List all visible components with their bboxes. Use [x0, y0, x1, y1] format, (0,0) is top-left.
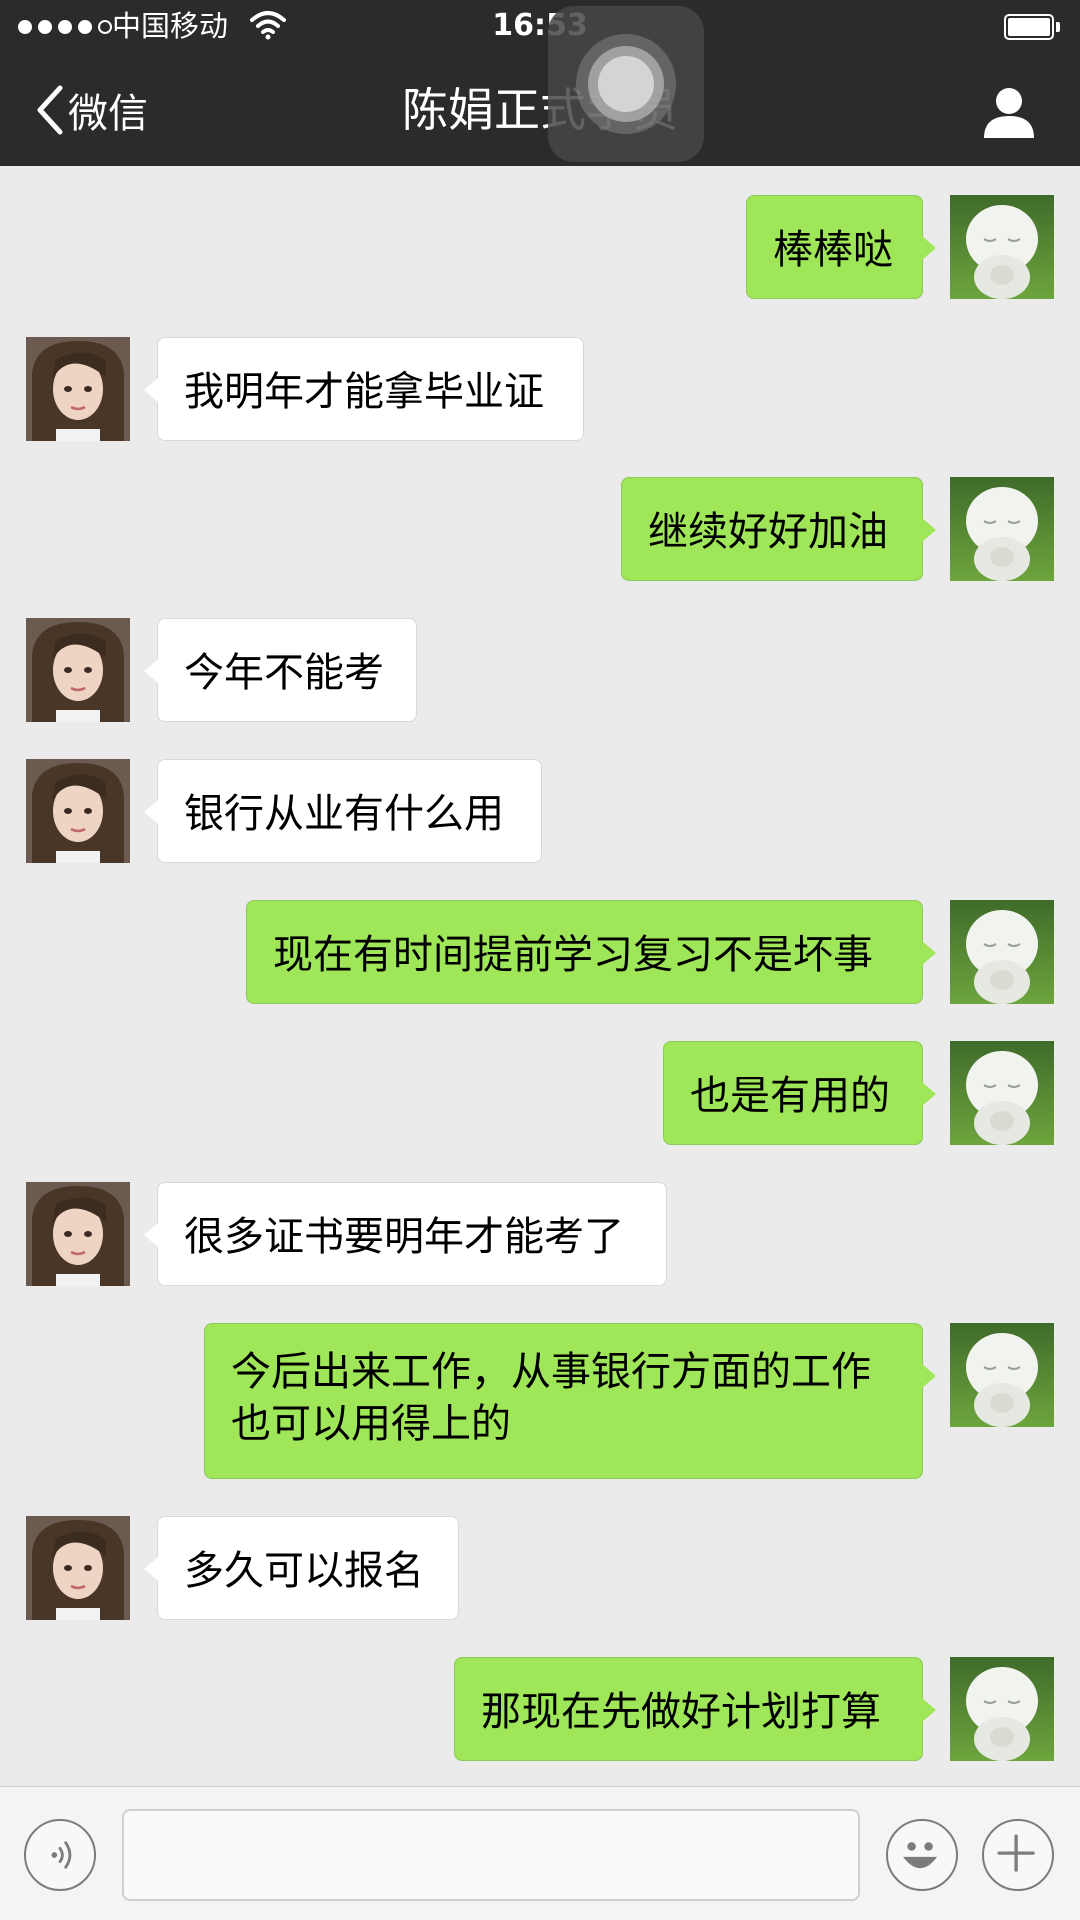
message-bubble-incoming[interactable]: 很多证书要明年才能考了 [144, 1182, 667, 1286]
voice-button[interactable] [24, 1819, 96, 1891]
contact-avatar[interactable] [26, 1516, 130, 1620]
my-avatar[interactable] [950, 477, 1054, 581]
contact-avatar[interactable] [26, 1182, 130, 1286]
my-avatar[interactable] [950, 195, 1054, 299]
contact-avatar[interactable] [26, 618, 130, 722]
emoji-button[interactable] [886, 1819, 958, 1891]
message-bubble-incoming[interactable]: 多久可以报名 [144, 1516, 459, 1620]
my-avatar[interactable] [950, 1041, 1054, 1145]
voice-icon [51, 1841, 72, 1869]
input-bar [0, 1786, 1080, 1920]
message-bubble-incoming[interactable]: 今年不能考 [144, 618, 417, 722]
clock-time: 16:53 [492, 8, 588, 43]
top-bar: 中国移动 16:53 微信 陈娟正式学员 [0, 0, 1080, 166]
message-bubble-incoming[interactable]: 我明年才能拿毕业证 [144, 337, 584, 441]
chat-messages[interactable]: 棒棒哒 我明年才能拿毕业证 继续好好加油 今年不能考 银行从业有什么用 现在有时… [0, 166, 1080, 1786]
contact-avatar[interactable] [26, 759, 130, 863]
message-bubble-outgoing[interactable]: 现在有时间提前学习复习不是坏事 [246, 900, 936, 1004]
emoji-icon [903, 1842, 938, 1869]
contact-avatar[interactable] [26, 337, 130, 441]
status-bar: 中国移动 16:53 [0, 0, 1080, 52]
message-bubble-outgoing[interactable]: 继续好好加油 [621, 477, 936, 581]
message-bubble-outgoing[interactable]: 那现在先做好计划打算 [454, 1657, 936, 1761]
message-input[interactable] [122, 1809, 860, 1901]
battery-icon [1004, 14, 1060, 40]
assistive-touch-button[interactable] [548, 6, 704, 162]
my-avatar[interactable] [950, 1657, 1054, 1761]
my-avatar[interactable] [950, 1323, 1054, 1427]
plus-icon [997, 1834, 1035, 1872]
message-bubble-outgoing[interactable]: 棒棒哒 [746, 195, 936, 299]
message-bubble-outgoing[interactable]: 今后出来工作，从事银行方面的工作也可以用得上的 [204, 1323, 936, 1479]
person-icon[interactable] [982, 86, 1036, 138]
message-bubble-incoming[interactable]: 银行从业有什么用 [144, 759, 542, 863]
plus-button[interactable] [982, 1819, 1054, 1891]
chat-title: 陈娟正式学员 [402, 83, 678, 137]
my-avatar[interactable] [950, 900, 1054, 1004]
message-bubble-outgoing[interactable]: 也是有用的 [663, 1041, 936, 1145]
